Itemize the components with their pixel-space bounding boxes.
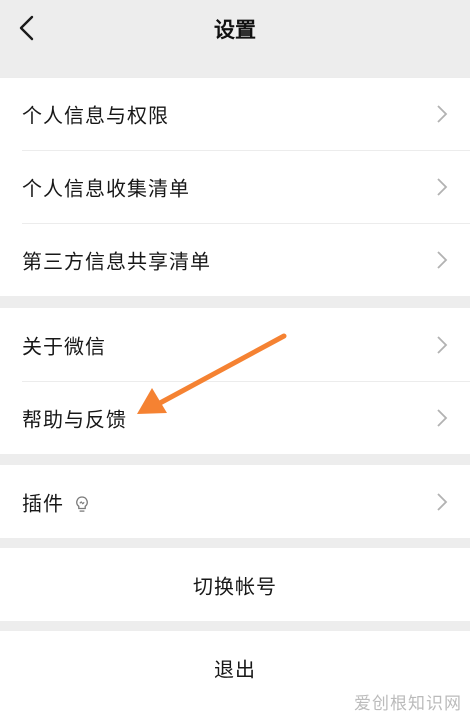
chevron-right-icon bbox=[437, 104, 448, 123]
watermark: 爱创根知识网 bbox=[354, 694, 462, 714]
switch-account-label: 切换帐号 bbox=[193, 574, 277, 598]
menu-item-help-feedback[interactable]: 帮助与反馈 bbox=[0, 381, 470, 454]
plugins-group: 插件 bbox=[0, 465, 470, 538]
chevron-right-icon bbox=[437, 492, 448, 511]
menu-item-label: 插件 bbox=[22, 487, 90, 516]
chevron-right-icon bbox=[437, 408, 448, 427]
nav-bar: 设置 bbox=[0, 0, 470, 58]
menu-item-personal-info-permissions[interactable]: 个人信息与权限 bbox=[0, 77, 470, 150]
chevron-right-icon bbox=[437, 335, 448, 354]
switch-account-button[interactable]: 切换帐号 bbox=[0, 548, 470, 621]
about-group: 关于微信 帮助与反馈 bbox=[0, 308, 470, 454]
plugins-label-text: 插件 bbox=[22, 491, 64, 515]
privacy-group: 个人信息与权限 个人信息收集清单 第三方信息共享清单 bbox=[0, 77, 470, 296]
lightbulb-icon bbox=[76, 496, 88, 512]
logout-label: 退出 bbox=[214, 657, 256, 682]
menu-item-label: 帮助与反馈 bbox=[22, 407, 127, 431]
menu-item-label: 个人信息收集清单 bbox=[22, 176, 190, 200]
chevron-right-icon bbox=[437, 250, 448, 269]
chevron-right-icon bbox=[437, 177, 448, 196]
menu-item-plugins[interactable]: 插件 bbox=[0, 465, 470, 538]
menu-item-label: 个人信息与权限 bbox=[22, 103, 169, 127]
menu-item-label: 关于微信 bbox=[22, 334, 106, 358]
page-title: 设置 bbox=[214, 18, 256, 42]
menu-item-about-wechat[interactable]: 关于微信 bbox=[0, 308, 470, 381]
menu-item-label: 第三方信息共享清单 bbox=[22, 249, 211, 273]
menu-item-personal-info-collection[interactable]: 个人信息收集清单 bbox=[0, 150, 470, 223]
menu-item-third-party-sharing[interactable]: 第三方信息共享清单 bbox=[0, 223, 470, 296]
